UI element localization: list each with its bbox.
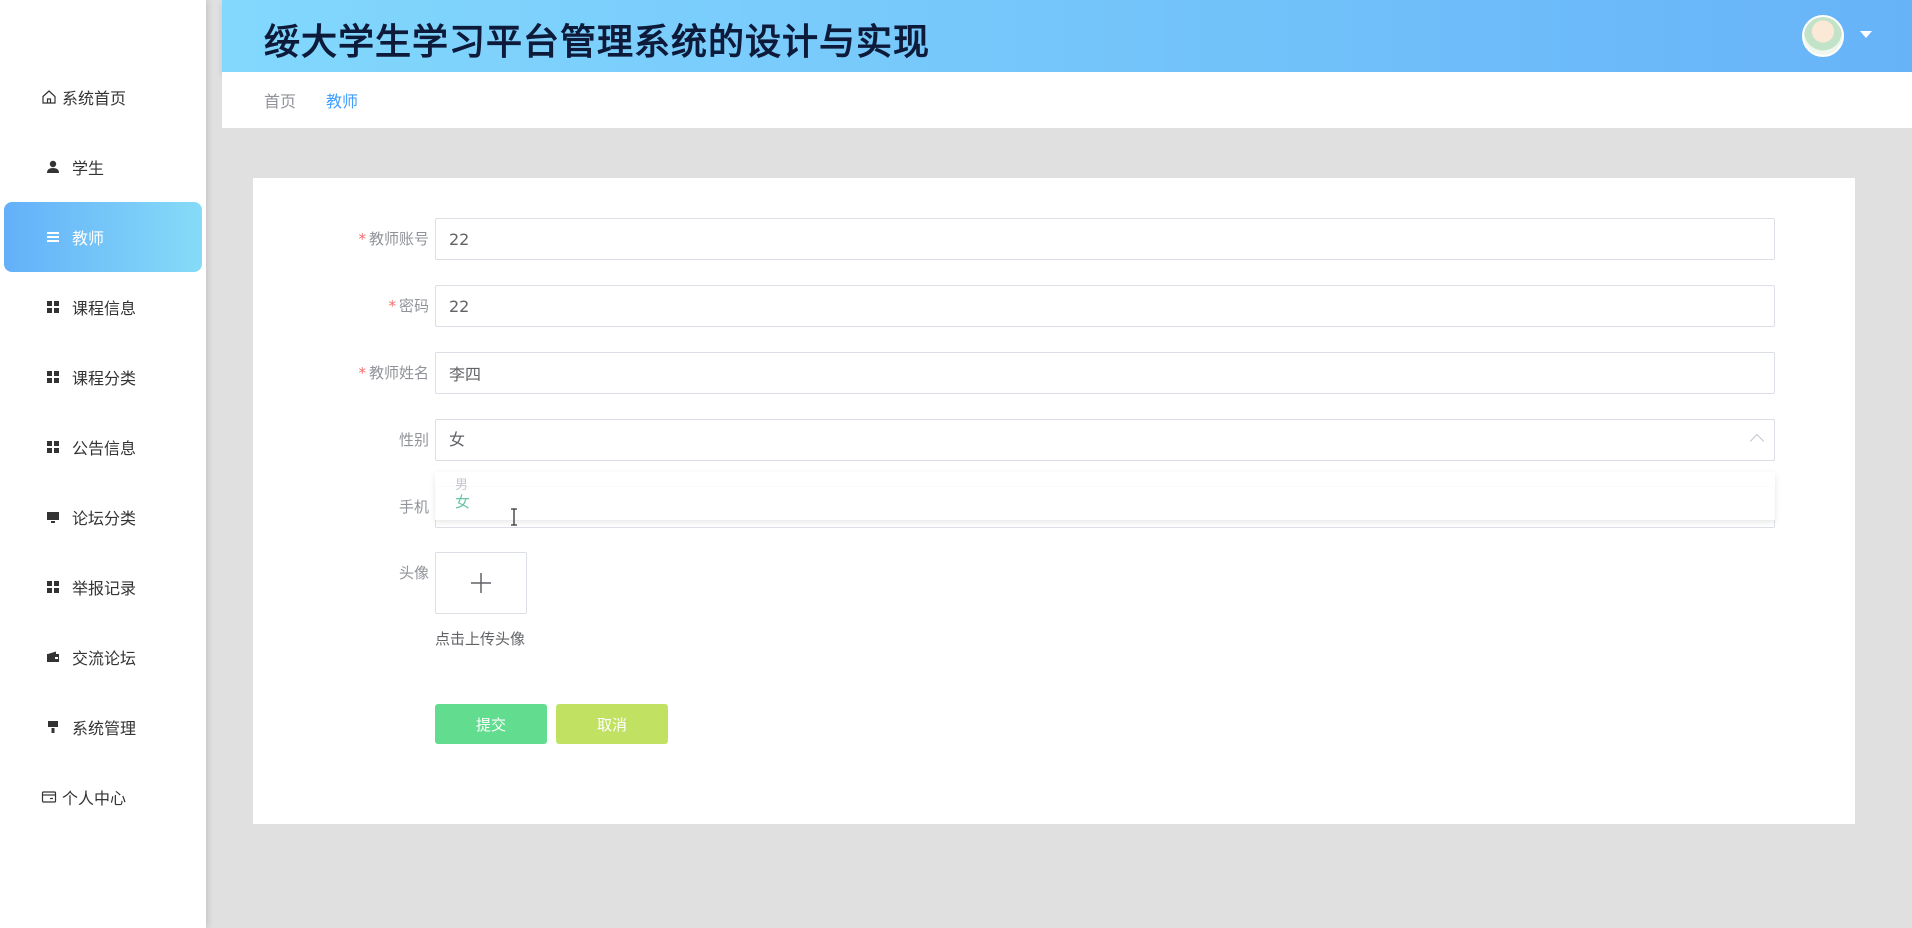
teacher-form-card: *教师账号 *密码 *教师姓名 性别 女 手机 男 女 头像 点击上传头像 — [253, 178, 1855, 824]
sidebar-item-reports[interactable]: 举报记录 — [4, 552, 202, 622]
breadcrumb: 首页 教师 — [222, 72, 1912, 128]
password-label-text: 密码 — [398, 297, 429, 315]
sidebar-item-label: 举报记录 — [72, 579, 137, 598]
sidebar-item-home[interactable]: 系统首页 — [4, 62, 202, 132]
home-icon — [40, 88, 58, 106]
form-row-password: * 密码 — [253, 285, 1855, 327]
sidebar-item-announcements[interactable]: 公告信息 — [4, 412, 202, 482]
form-row-account: * 教师账号 — [253, 218, 1855, 260]
gender-option-female[interactable]: 女 — [455, 491, 470, 512]
sidebar: 系统首页 学生 教师 课程信息 课程分类 公告信息 论坛分类 举报记录 交流论坛… — [0, 0, 206, 928]
monitor-icon — [44, 508, 62, 526]
account-input[interactable] — [435, 218, 1775, 260]
chevron-up-icon — [1749, 433, 1765, 449]
sidebar-item-label: 课程信息 — [72, 299, 137, 318]
avatar-upload-button[interactable] — [435, 552, 527, 614]
text-cursor-icon — [511, 508, 517, 526]
gender-select[interactable]: 女 — [435, 419, 1775, 461]
sidebar-item-label: 课程分类 — [72, 369, 137, 388]
avatar-label: 头像 — [398, 564, 429, 582]
sidebar-item-teachers[interactable]: 教师 — [4, 202, 202, 272]
card-icon — [40, 788, 58, 806]
required-mark: * — [358, 230, 366, 248]
sidebar-item-profile[interactable]: 个人中心 — [4, 762, 202, 832]
sidebar-item-label: 系统管理 — [72, 719, 137, 738]
account-label-text: 教师账号 — [368, 230, 429, 248]
sidebar-item-forum-category[interactable]: 论坛分类 — [4, 482, 202, 552]
name-input[interactable] — [435, 352, 1775, 394]
name-label: * 教师姓名 — [358, 352, 429, 394]
sidebar-item-course-info[interactable]: 课程信息 — [4, 272, 202, 342]
required-mark: * — [388, 297, 396, 315]
avatar-upload-hint: 点击上传头像 — [435, 630, 526, 648]
grid-icon — [44, 438, 62, 456]
name-label-text: 教师姓名 — [368, 364, 429, 382]
form-row-name: * 教师姓名 — [253, 352, 1855, 394]
gender-selected-value: 女 — [449, 430, 466, 449]
sidebar-item-system-admin[interactable]: 系统管理 — [4, 692, 202, 762]
sidebar-item-label: 教师 — [72, 229, 105, 248]
top-header: 绥大学生学习平台管理系统的设计与实现 — [222, 0, 1912, 72]
sidebar-item-students[interactable]: 学生 — [4, 132, 202, 202]
password-label: * 密码 — [388, 285, 429, 327]
sidebar-item-forum[interactable]: 交流论坛 — [4, 622, 202, 692]
form-row-gender: 性别 女 — [253, 419, 1855, 461]
required-mark: * — [358, 364, 366, 382]
user-avatar[interactable] — [1802, 15, 1844, 57]
breadcrumb-current: 教师 — [326, 92, 359, 111]
brush-icon — [44, 718, 62, 736]
password-input[interactable] — [435, 285, 1775, 327]
app-title: 绥大学生学习平台管理系统的设计与实现 — [264, 22, 931, 63]
sidebar-item-label: 学生 — [72, 159, 105, 178]
wallet-icon — [44, 648, 62, 666]
plus-icon — [471, 573, 491, 593]
gender-dropdown: 男 女 — [435, 472, 1775, 520]
submit-button[interactable]: 提交 — [435, 704, 547, 744]
grid-icon — [44, 368, 62, 386]
grid-icon — [44, 578, 62, 596]
sidebar-item-label: 系统首页 — [62, 89, 127, 108]
grid-icon — [44, 298, 62, 316]
sidebar-item-label: 个人中心 — [62, 789, 127, 808]
sidebar-item-label: 交流论坛 — [72, 649, 137, 668]
sidebar-item-label: 论坛分类 — [72, 509, 137, 528]
sidebar-item-label: 公告信息 — [72, 439, 137, 458]
phone-label: 手机 — [398, 498, 429, 516]
user-icon — [44, 158, 62, 176]
chevron-down-icon[interactable] — [1860, 31, 1872, 38]
list-icon — [44, 228, 62, 246]
breadcrumb-home[interactable]: 首页 — [264, 88, 296, 112]
cancel-button[interactable]: 取消 — [556, 704, 668, 744]
sidebar-item-course-category[interactable]: 课程分类 — [4, 342, 202, 412]
account-label: * 教师账号 — [358, 218, 429, 260]
gender-label: 性别 — [398, 431, 429, 449]
